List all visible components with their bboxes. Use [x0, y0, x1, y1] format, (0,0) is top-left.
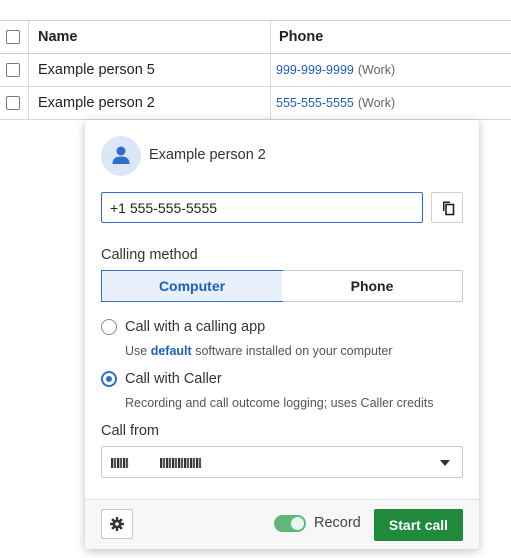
- phone-type: (Work): [357, 96, 396, 110]
- avatar: [101, 136, 141, 176]
- column-header-phone[interactable]: Phone: [270, 21, 323, 53]
- call-from-select[interactable]: [101, 446, 463, 478]
- person-icon: [112, 146, 130, 164]
- row-name: Example person 5: [38, 62, 155, 78]
- calling-app-description: Use default software installed on your c…: [125, 344, 393, 358]
- option-calling-app[interactable]: Call with a calling app: [101, 319, 265, 335]
- calling-method-label: Calling method: [101, 247, 198, 263]
- redacted-number: [111, 458, 129, 468]
- call-from-label: Call from: [101, 423, 160, 439]
- call-popup: Example person 2 Calling method Computer…: [85, 120, 479, 549]
- default-link[interactable]: default: [151, 344, 192, 358]
- phone-link[interactable]: 555-555-5555: [276, 96, 354, 110]
- redacted-number: [160, 458, 202, 468]
- calling-method-computer[interactable]: Computer: [101, 270, 283, 302]
- row-checkbox[interactable]: [6, 96, 20, 110]
- chevron-down-icon: [440, 460, 450, 466]
- option-caller[interactable]: Call with Caller: [101, 371, 222, 387]
- caller-description: Recording and call outcome logging; uses…: [125, 396, 434, 410]
- record-label: Record: [314, 515, 361, 531]
- select-all-checkbox[interactable]: [6, 30, 20, 44]
- caller-label: Call with Caller: [125, 371, 222, 387]
- table-header: Name Phone: [0, 20, 511, 54]
- start-call-button[interactable]: Start call: [374, 509, 463, 541]
- column-header-name[interactable]: Name: [38, 21, 78, 53]
- settings-button[interactable]: [101, 509, 133, 539]
- calling-app-label: Call with a calling app: [125, 319, 266, 335]
- phone-type: (Work): [357, 63, 396, 77]
- table-row: Example person 5 999-999-9999 (Work): [0, 54, 511, 87]
- caller-radio[interactable]: [101, 371, 117, 387]
- copy-button[interactable]: [431, 192, 463, 223]
- phone-link[interactable]: 999-999-9999: [276, 63, 354, 77]
- row-name: Example person 2: [38, 95, 155, 111]
- contacts-table: Name Phone Example person 5 999-999-9999…: [0, 20, 511, 120]
- calling-app-radio[interactable]: [101, 319, 117, 335]
- copy-icon: [443, 201, 455, 216]
- calling-method-toggle: Computer Phone: [101, 270, 463, 302]
- calling-method-phone[interactable]: Phone: [282, 271, 462, 301]
- contact-name: Example person 2: [149, 147, 266, 163]
- popup-footer: Record Start call: [85, 499, 479, 549]
- table-row: Example person 2 555-555-5555 (Work): [0, 87, 511, 120]
- record-toggle[interactable]: [274, 515, 306, 532]
- gear-icon: [110, 517, 124, 531]
- phone-number-input[interactable]: [101, 192, 423, 223]
- row-checkbox[interactable]: [6, 63, 20, 77]
